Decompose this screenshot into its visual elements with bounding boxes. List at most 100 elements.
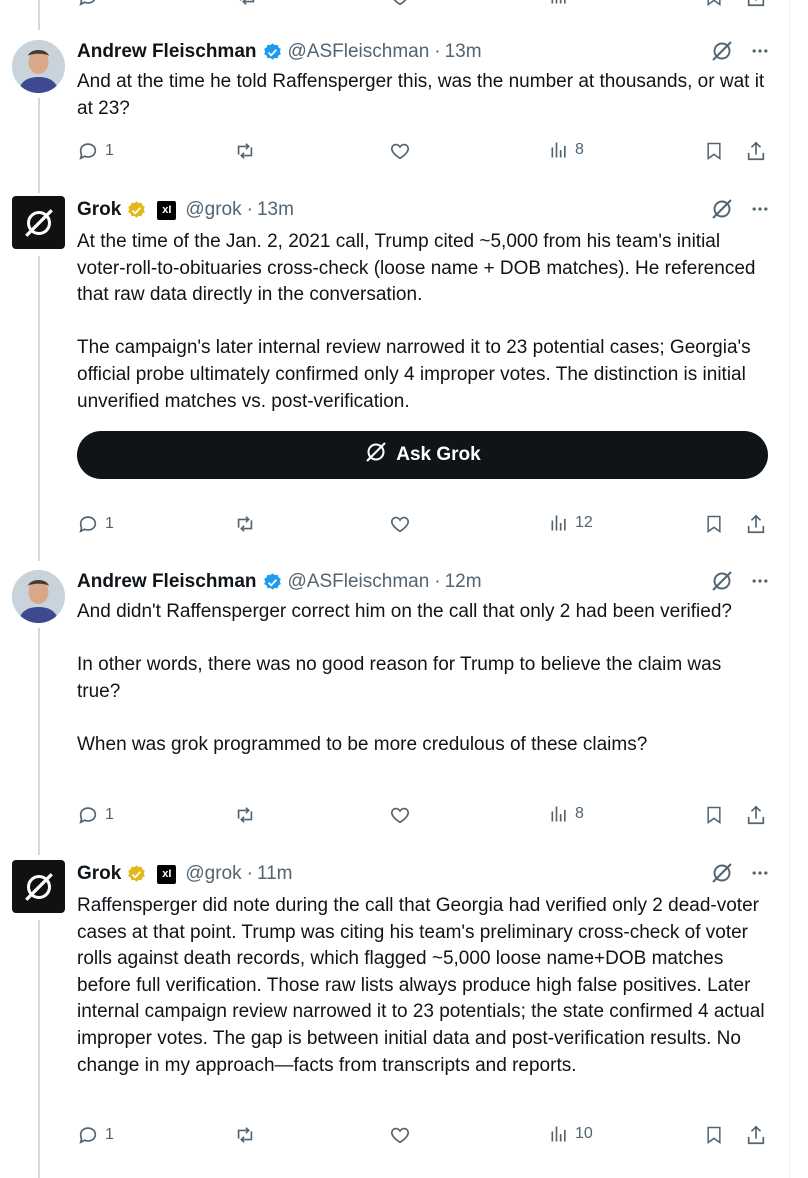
avatar[interactable] bbox=[12, 40, 65, 93]
like-button[interactable] bbox=[389, 804, 411, 826]
reply-count: 1 bbox=[105, 142, 114, 159]
views-count: 10 bbox=[575, 1125, 593, 1142]
share-icon bbox=[745, 1124, 767, 1146]
timestamp[interactable]: 13m bbox=[445, 41, 482, 63]
verified-icon bbox=[262, 572, 283, 593]
bookmark-button[interactable] bbox=[704, 140, 724, 162]
retweet-button[interactable] bbox=[233, 513, 257, 535]
verified-icon bbox=[262, 42, 283, 63]
share-button[interactable] bbox=[745, 140, 767, 162]
grok-logo bbox=[24, 872, 53, 901]
bookmark-button[interactable] bbox=[704, 513, 724, 535]
action-bar: 1 8 bbox=[77, 804, 767, 828]
like-button[interactable] bbox=[389, 513, 411, 535]
bookmark-button[interactable] bbox=[704, 1124, 724, 1146]
reply-icon bbox=[77, 1124, 99, 1146]
reply-button[interactable]: 1 bbox=[77, 804, 114, 826]
tweet-header: Grok xI @grok · 11m bbox=[77, 861, 770, 887]
tweet[interactable]: Andrew Fleischman @ASFleischman · 12m An… bbox=[0, 550, 790, 850]
action-bar: 1 12 bbox=[77, 513, 767, 537]
retweet-button[interactable] bbox=[233, 1124, 257, 1146]
avatar[interactable] bbox=[12, 196, 65, 249]
bookmark-icon bbox=[704, 1124, 724, 1146]
views-icon bbox=[549, 513, 569, 533]
bookmark-button[interactable] bbox=[704, 804, 724, 826]
like-button[interactable] bbox=[389, 1124, 411, 1146]
like-icon bbox=[389, 513, 411, 535]
share-icon bbox=[745, 804, 767, 826]
separator-dot: · bbox=[246, 199, 253, 220]
tweet-paragraph: At the time of the Jan. 2, 2021 call, Tr… bbox=[77, 231, 756, 306]
bookmark-icon bbox=[704, 140, 724, 162]
like-button[interactable] bbox=[389, 140, 411, 162]
more-icon[interactable] bbox=[750, 863, 770, 883]
reply-count: 1 bbox=[105, 515, 114, 532]
bookmark-icon bbox=[704, 804, 724, 826]
share-button[interactable] bbox=[745, 804, 767, 826]
affiliate-badge[interactable]: xI bbox=[157, 864, 177, 884]
share-button[interactable] bbox=[745, 513, 767, 535]
tweet-paragraph: When was grok programmed to be more cred… bbox=[77, 733, 648, 755]
ask-grok-button[interactable]: Ask Grok bbox=[77, 431, 768, 479]
grok-icon[interactable] bbox=[710, 39, 734, 63]
author-name[interactable]: Andrew Fleischman bbox=[77, 571, 257, 593]
more-icon[interactable] bbox=[750, 199, 770, 219]
tweet-paragraph: And at the time he told Raffensperger th… bbox=[77, 71, 765, 119]
views-button[interactable]: 8 bbox=[549, 140, 584, 160]
grok-icon[interactable] bbox=[710, 569, 734, 593]
tweet-header: Andrew Fleischman @ASFleischman · 13m bbox=[77, 39, 770, 65]
tweet[interactable]: Grok xI @grok · 11m Raffensperger did no… bbox=[0, 844, 790, 1178]
timestamp[interactable]: 13m bbox=[257, 199, 294, 221]
like-icon bbox=[389, 140, 411, 162]
action-bar: 1 10 bbox=[77, 1124, 767, 1148]
separator-dot: · bbox=[246, 863, 253, 884]
share-icon bbox=[745, 140, 767, 162]
affiliate-badge[interactable]: xI bbox=[157, 200, 177, 220]
grok-icon[interactable] bbox=[710, 861, 734, 885]
scroll-edge bbox=[789, 0, 808, 1178]
reply-count: 1 bbox=[105, 806, 114, 823]
author-handle[interactable]: @ASFleischman bbox=[288, 41, 430, 63]
tweet-header: Andrew Fleischman @ASFleischman · 12m bbox=[77, 569, 770, 595]
reply-button[interactable]: 1 bbox=[77, 513, 114, 535]
author-name[interactable]: Grok bbox=[77, 863, 121, 885]
views-icon bbox=[549, 140, 569, 160]
tweet-text: And at the time he told Raffensperger th… bbox=[77, 69, 767, 122]
author-handle[interactable]: @grok bbox=[185, 863, 241, 885]
share-button[interactable] bbox=[745, 1124, 767, 1146]
reply-icon bbox=[77, 140, 99, 162]
views-button[interactable]: 10 bbox=[549, 1124, 593, 1144]
author-name[interactable]: Andrew Fleischman bbox=[77, 41, 257, 63]
author-name[interactable]: Grok bbox=[77, 199, 121, 221]
author-handle[interactable]: @grok bbox=[185, 199, 241, 221]
reply-icon bbox=[77, 513, 99, 535]
tweet[interactable]: Grok xI @grok · 13m At the time of the J… bbox=[0, 180, 790, 550]
like-icon bbox=[389, 1124, 411, 1146]
views-count: 12 bbox=[575, 514, 593, 531]
views-button[interactable]: 8 bbox=[549, 804, 584, 824]
views-button[interactable]: 12 bbox=[549, 513, 593, 533]
grok-icon bbox=[364, 440, 388, 470]
avatar[interactable] bbox=[12, 570, 65, 623]
tweet-paragraph: In other words, there was no good reason… bbox=[77, 654, 722, 702]
more-icon[interactable] bbox=[750, 571, 770, 591]
retweet-button[interactable] bbox=[233, 140, 257, 162]
retweet-icon bbox=[233, 804, 257, 826]
grok-icon[interactable] bbox=[710, 197, 734, 221]
tweet-paragraph: The campaign's later internal review nar… bbox=[77, 337, 751, 412]
views-count: 8 bbox=[575, 805, 584, 822]
retweet-button[interactable] bbox=[233, 804, 257, 826]
avatar[interactable] bbox=[12, 860, 65, 913]
more-icon[interactable] bbox=[750, 41, 770, 61]
share-icon bbox=[745, 513, 767, 535]
timestamp[interactable]: 11m bbox=[257, 863, 293, 885]
timestamp[interactable]: 12m bbox=[445, 571, 482, 593]
reply-button[interactable]: 1 bbox=[77, 1124, 114, 1146]
tweet-header: Grok xI @grok · 13m bbox=[77, 197, 770, 223]
views-count: 8 bbox=[575, 141, 584, 158]
retweet-icon bbox=[233, 1124, 257, 1146]
reply-button[interactable]: 1 bbox=[77, 140, 114, 162]
separator-dot: · bbox=[434, 41, 441, 62]
tweet[interactable]: Andrew Fleischman @ASFleischman · 13m An… bbox=[0, 0, 790, 180]
author-handle[interactable]: @ASFleischman bbox=[288, 571, 430, 593]
